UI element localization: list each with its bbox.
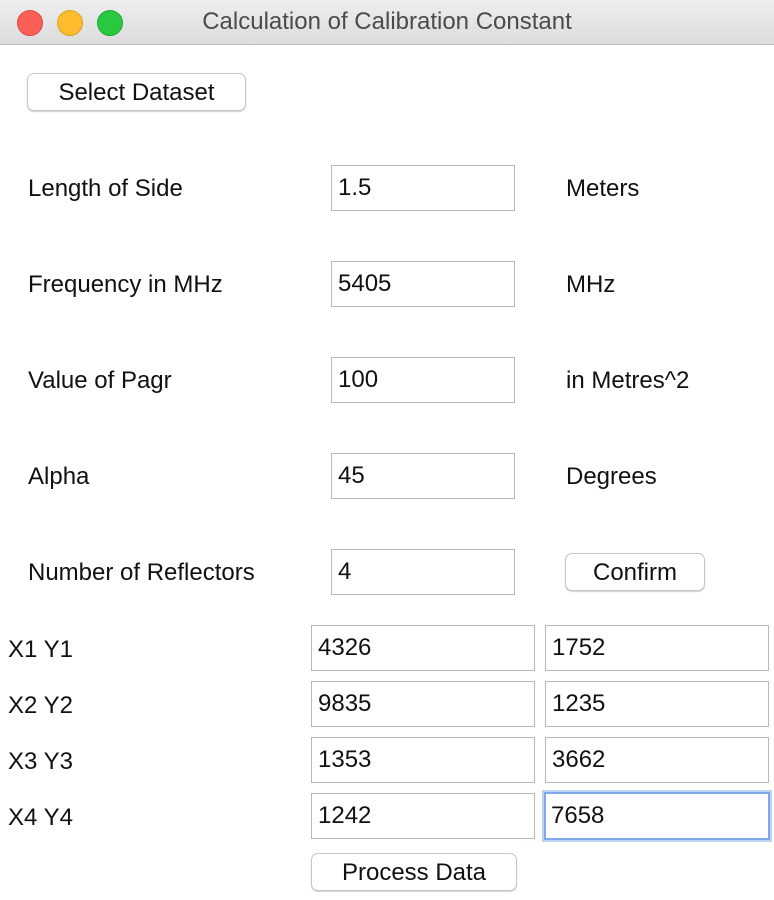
title-bar: Calculation of Calibration Constant [0,0,774,45]
point-4-x-input[interactable] [311,793,535,839]
pagr-label: Value of Pagr [28,367,172,394]
pagr-unit: in Metres^2 [566,367,690,394]
frequency-unit: MHz [566,271,616,298]
point-3-y-input[interactable] [545,737,769,783]
length-input[interactable] [331,165,515,211]
point-3-label: X3 Y3 [8,748,73,775]
frequency-label: Frequency in MHz [28,271,223,298]
point-4-label: X4 Y4 [8,804,73,831]
frequency-input[interactable] [331,261,515,307]
point-3-x-input[interactable] [311,737,535,783]
pagr-input[interactable] [331,357,515,403]
point-1-x-input[interactable] [311,625,535,671]
length-unit: Meters [566,175,640,202]
window-title: Calculation of Calibration Constant [202,8,572,35]
confirm-button[interactable]: Confirm [565,553,705,591]
reflectors-label: Number of Reflectors [28,559,255,586]
point-4-y-input[interactable] [544,792,770,840]
select-dataset-button[interactable]: Select Dataset [27,73,246,111]
alpha-unit: Degrees [566,463,657,490]
reflectors-input[interactable] [331,549,515,595]
alpha-input[interactable] [331,453,515,499]
process-data-button[interactable]: Process Data [311,853,517,891]
point-2-y-input[interactable] [545,681,769,727]
alpha-label: Alpha [28,463,90,490]
point-2-x-input[interactable] [311,681,535,727]
length-label: Length of Side [28,175,183,202]
point-2-label: X2 Y2 [8,692,73,719]
point-1-label: X1 Y1 [8,636,73,663]
point-1-y-input[interactable] [545,625,769,671]
main-panel: Select Dataset Length of Side Meters Fre… [0,45,774,900]
